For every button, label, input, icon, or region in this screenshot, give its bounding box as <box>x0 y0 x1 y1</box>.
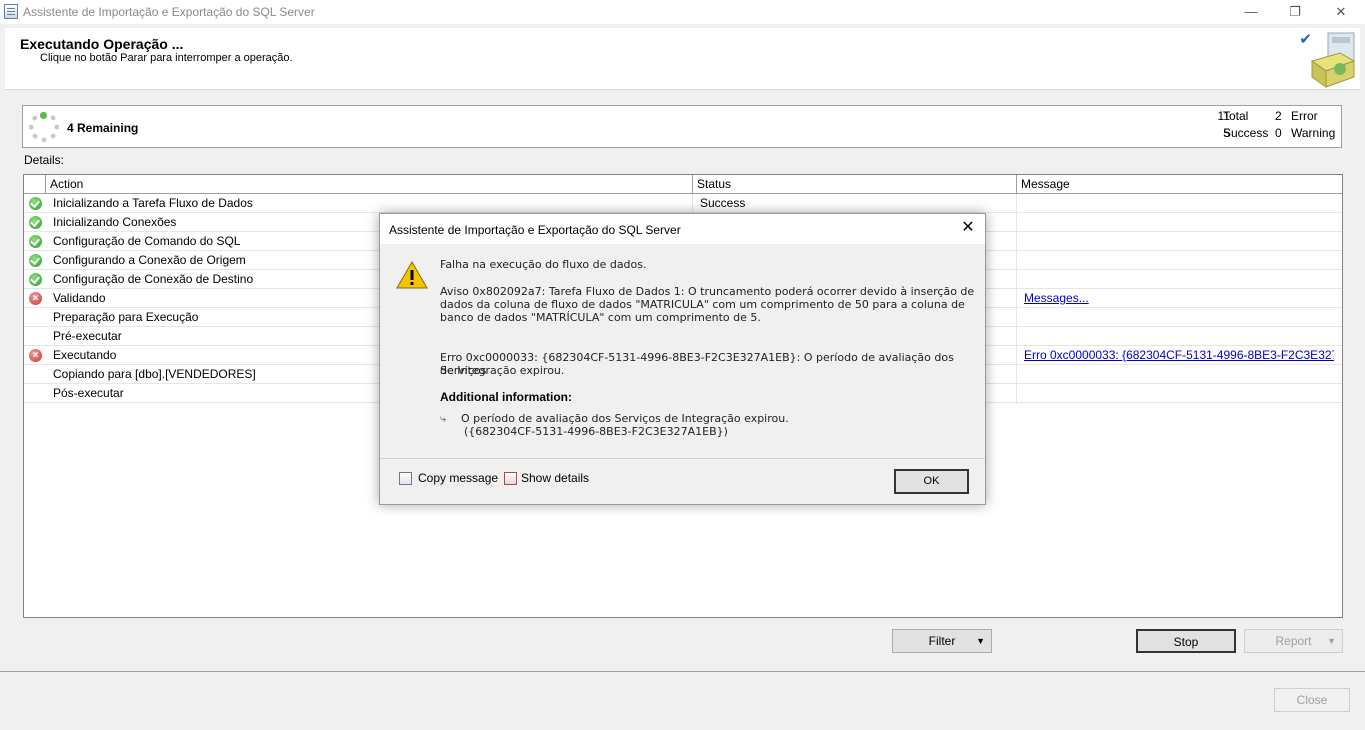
error-label: Error <box>1291 109 1318 123</box>
dialog-message-main: Falha na execução do fluxo de dados. <box>440 258 647 271</box>
filter-button-label: Filter <box>928 634 956 648</box>
dialog-title-bar: Assistente de Importação e Exportação do… <box>380 214 985 244</box>
message-cell <box>1024 327 1334 346</box>
app-icon <box>4 4 18 19</box>
message-cell <box>1024 308 1334 327</box>
report-button-label: Report <box>1275 634 1312 648</box>
action-cell: Inicializando a Tarefa Fluxo de Dados <box>53 196 253 210</box>
restore-button[interactable]: ❐ <box>1280 2 1310 22</box>
error-dialog: Assistente de Importação e Exportação do… <box>379 213 986 505</box>
show-details-label: Show details <box>521 471 590 485</box>
close-button[interactable]: Close <box>1274 688 1350 712</box>
grid-header: Action Status Message <box>24 175 1342 194</box>
additional-info-line: ({682304CF-5131-4996-8BE3-F2C3E327A1EB}) <box>464 425 728 438</box>
message-cell <box>1024 384 1334 403</box>
copy-message-button[interactable]: Copy message <box>399 471 498 485</box>
dialog-warning-line: banco de dados "MATRÍCULA" com um compri… <box>440 311 761 324</box>
tree-branch-icon: ⤷ <box>440 412 447 425</box>
page-subtitle: Clique no botão Parar para interromper a… <box>40 52 293 64</box>
dialog-error-line: de Integração expirou. <box>440 364 565 377</box>
column-header-icon <box>24 175 44 194</box>
copy-message-label: Copy message <box>418 471 499 485</box>
message-cell <box>1024 365 1334 384</box>
success-icon <box>29 235 42 248</box>
chevron-down-icon: ▼ <box>1327 636 1336 646</box>
message-link[interactable]: Messages... <box>1024 289 1334 308</box>
copy-icon <box>399 472 412 485</box>
progress-spinner-icon <box>29 112 59 142</box>
progress-summary: 4 Remaining 11 Total 5 Success 2 Error 0… <box>22 105 1342 148</box>
dialog-divider <box>380 458 985 459</box>
filter-button[interactable]: Filter ▼ <box>892 629 992 653</box>
wizard-header: Executando Operação ... Clique no botão … <box>5 28 1360 90</box>
details-label: Details: <box>24 153 65 167</box>
column-header-action[interactable]: Action <box>45 175 693 194</box>
message-cell <box>1024 213 1334 232</box>
warning-count: 0 <box>1275 126 1282 140</box>
success-label: Success <box>1223 126 1269 140</box>
error-icon: × <box>29 292 42 305</box>
column-header-status[interactable]: Status <box>692 175 1016 194</box>
dialog-close-icon[interactable]: ✕ <box>959 219 977 237</box>
show-details-button[interactable]: Show details <box>504 471 589 485</box>
report-button[interactable]: Report ▼ <box>1244 629 1343 653</box>
window-title-bar: Assistente de Importação e Exportação do… <box>0 0 1365 24</box>
warning-icon <box>396 261 428 289</box>
error-count: 2 <box>1275 109 1282 123</box>
message-cell <box>1024 232 1334 251</box>
message-cell <box>1024 251 1334 270</box>
success-icon <box>29 216 42 229</box>
status-cell: Success <box>700 196 746 210</box>
stop-button[interactable]: Stop <box>1136 629 1236 653</box>
success-icon <box>29 197 42 210</box>
dialog-warning-line: Aviso 0x802092a7: Tarefa Fluxo de Dados … <box>440 285 975 298</box>
column-header-message[interactable]: Message <box>1016 175 1342 194</box>
table-row[interactable]: Inicializando a Tarefa Fluxo de Dados Suc… <box>24 194 1342 213</box>
remaining-count: 4 Remaining <box>67 121 139 135</box>
total-label: Total <box>1223 109 1249 123</box>
wizard-graphic-icon <box>1310 32 1356 88</box>
column-divider <box>1016 194 1017 404</box>
chevron-down-icon: ▼ <box>976 636 985 646</box>
divider <box>0 671 1365 672</box>
page-title: Executando Operação ... <box>20 36 184 52</box>
success-icon <box>29 254 42 267</box>
error-icon: × <box>29 349 42 362</box>
warning-label: Warning <box>1291 126 1336 140</box>
window-title: Assistente de Importação e Exportação do… <box>23 5 315 19</box>
dialog-warning-line: dados da coluna de fluxo de dados "MATRI… <box>440 298 965 311</box>
ok-button[interactable]: OK <box>894 469 969 494</box>
minimize-button[interactable]: — <box>1236 2 1266 22</box>
message-cell <box>1024 194 1334 213</box>
dialog-title: Assistente de Importação e Exportação do… <box>389 223 681 237</box>
additional-info-line: O período de avaliação dos Serviços de I… <box>461 412 789 425</box>
additional-info-title: Additional information: <box>440 390 572 404</box>
details-icon <box>504 472 517 485</box>
success-icon <box>29 273 42 286</box>
close-window-button[interactable]: ✕ <box>1326 2 1356 22</box>
message-link[interactable]: Erro 0xc0000033: {682304CF-5131-4996-8BE… <box>1024 346 1334 365</box>
message-cell <box>1024 270 1334 289</box>
